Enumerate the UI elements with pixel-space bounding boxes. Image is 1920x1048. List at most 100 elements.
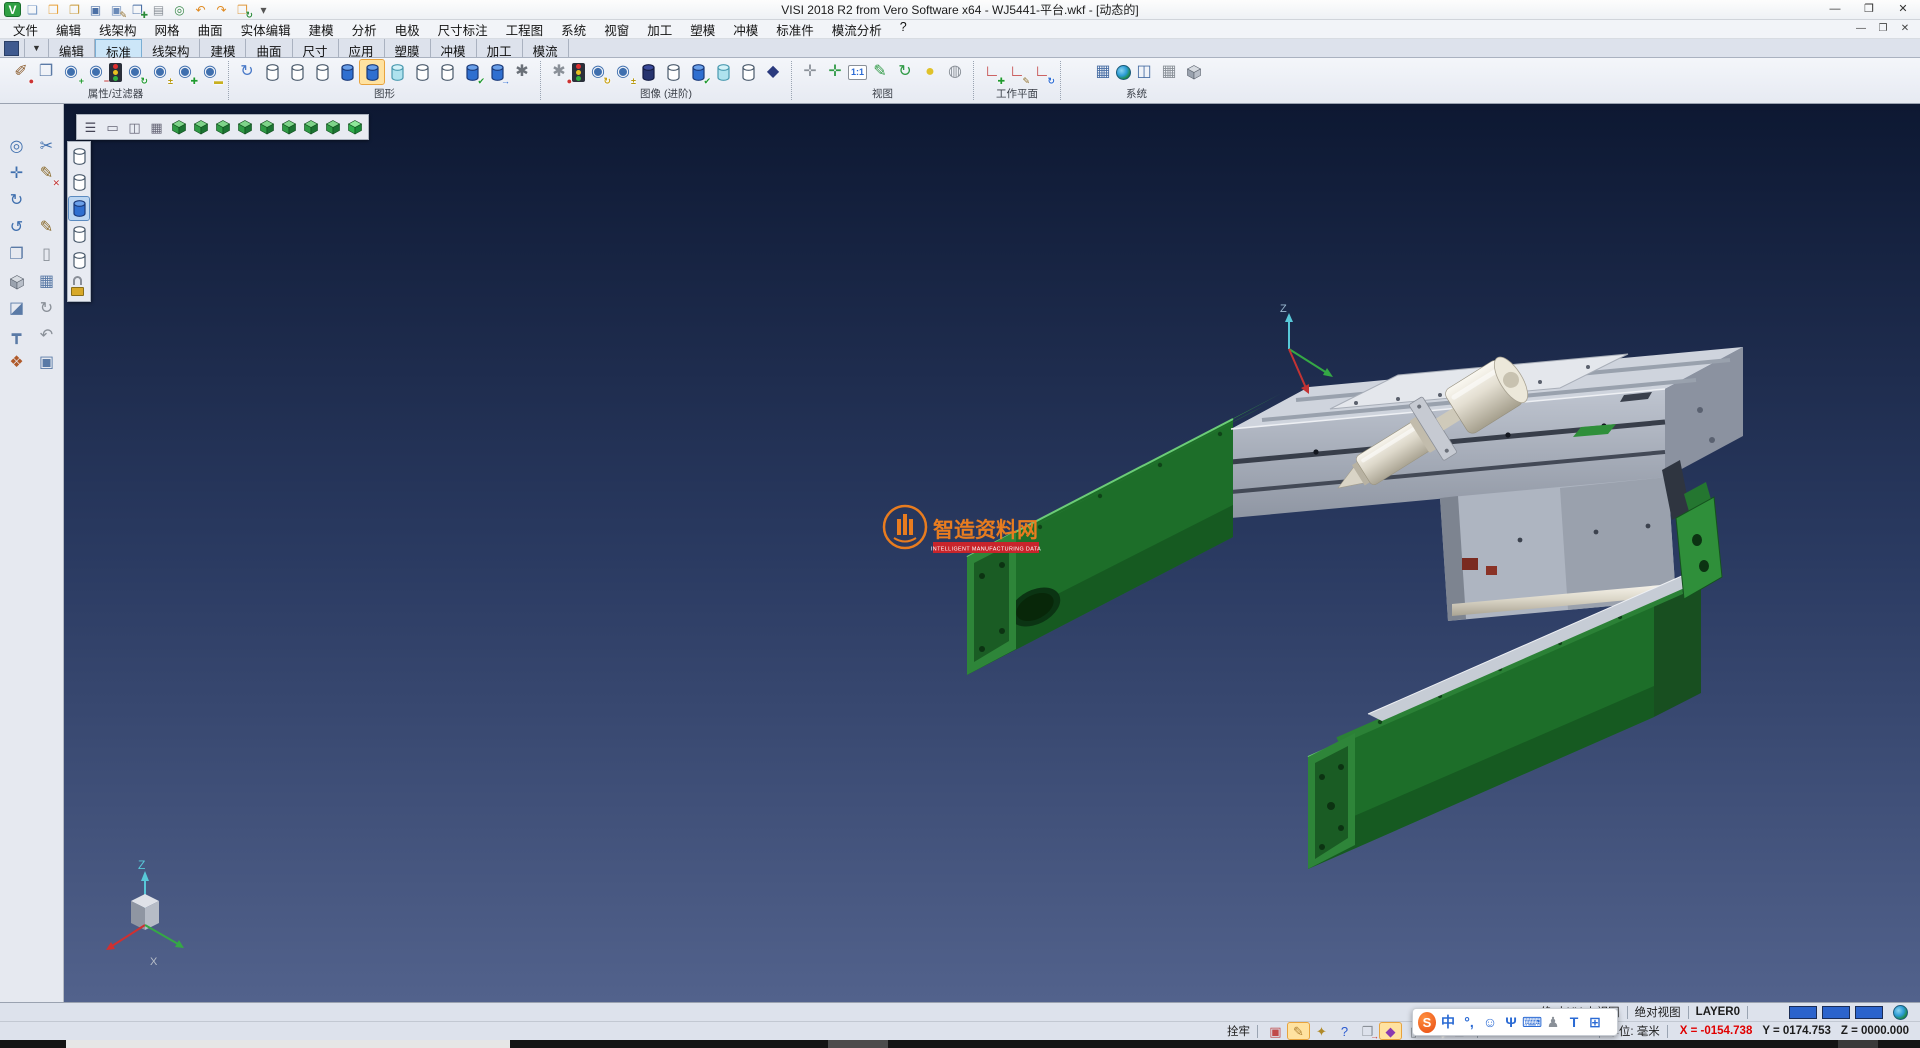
grid-settings-icon[interactable]: ▦: [1157, 60, 1181, 84]
align-workplane-icon[interactable]: ∟↻: [1030, 60, 1054, 84]
snap-ball-icon[interactable]: ●: [918, 60, 942, 84]
menu-item-10[interactable]: 尺寸标注: [429, 19, 497, 40]
window-close-button[interactable]: ✕: [1886, 1, 1920, 19]
filter-traffic-light-icon[interactable]: [109, 63, 122, 82]
sheet-icon[interactable]: ▯: [34, 243, 59, 267]
menu-item-18[interactable]: 模流分析: [823, 19, 891, 40]
menu-item-6[interactable]: 实体编辑: [232, 19, 300, 40]
menu-item-19[interactable]: ?: [891, 19, 916, 40]
new-document-icon[interactable]: ❏: [23, 2, 42, 18]
copy-attributes-icon[interactable]: ❐: [34, 60, 58, 84]
layer-label[interactable]: LAYER0: [1696, 1006, 1740, 1018]
toolbar-overflow-icon[interactable]: ▾: [254, 2, 273, 18]
display-monitor-icon[interactable]: ▦: [1091, 60, 1115, 84]
palette-icon[interactable]: ❖: [4, 351, 29, 375]
texture-column-icon[interactable]: [661, 60, 685, 84]
material-column-icon[interactable]: [636, 60, 660, 84]
ime-toolbar[interactable]: S中°,☺Ψ⌨♟T⊞: [1412, 1008, 1618, 1036]
menu-item-1[interactable]: 文件: [4, 19, 47, 40]
lock-icon[interactable]: [69, 275, 89, 298]
mdi-minimize-icon[interactable]: —: [1850, 22, 1872, 37]
front-view-cube-icon[interactable]: [212, 117, 233, 137]
refresh-view-icon[interactable]: ↻: [893, 60, 917, 84]
menu-item-7[interactable]: 建模: [300, 19, 343, 40]
absolute-view-label[interactable]: 绝对视图: [1635, 1004, 1681, 1020]
display-settings-icon[interactable]: ✱: [510, 60, 534, 84]
refresh-render-icon[interactable]: ◉↻: [586, 60, 610, 84]
ime-emoji-icon[interactable]: ☺: [1481, 1012, 1499, 1033]
render-traffic-light-icon[interactable]: [572, 63, 585, 82]
snap-off-icon[interactable]: ▣: [1265, 1023, 1286, 1039]
viewport-3d[interactable]: Z 智造资料网 INTELLIGENT MANUFACTURING DATA Z: [64, 104, 1920, 1002]
split-view-icon[interactable]: ◫: [124, 117, 145, 137]
tab-1[interactable]: 编辑: [49, 39, 95, 57]
hide-element-icon[interactable]: ◉−: [84, 60, 108, 84]
rotate-icon[interactable]: ↻: [4, 189, 29, 213]
top-view-cube-icon[interactable]: [190, 117, 211, 137]
back-view-cube-icon[interactable]: [256, 117, 277, 137]
shaded-cube-icon[interactable]: [344, 117, 365, 137]
layer-cylinder-1-icon[interactable]: [69, 145, 89, 168]
right-view-cube-icon[interactable]: [234, 117, 255, 137]
menu-item-13[interactable]: 视窗: [595, 19, 638, 40]
print-icon[interactable]: ▤: [149, 2, 168, 18]
section-icon[interactable]: ◪: [4, 297, 29, 321]
tab-8[interactable]: 塑膜: [385, 39, 431, 57]
show-element-icon[interactable]: ◉+: [59, 60, 83, 84]
solid-cube-icon[interactable]: [4, 270, 29, 294]
view-tools-icon[interactable]: ✛: [798, 60, 822, 84]
edit-icon[interactable]: ✎: [34, 216, 59, 240]
history-icon[interactable]: ↻: [34, 297, 59, 321]
window-layout-icon[interactable]: ◫: [1132, 60, 1156, 84]
hide-all-icon[interactable]: ◉▬: [198, 60, 222, 84]
edit-workplane-icon[interactable]: ∟✎: [1005, 60, 1029, 84]
ime-punct-icon[interactable]: °,: [1460, 1012, 1478, 1033]
menu-item-5[interactable]: 曲面: [189, 19, 232, 40]
ime-user-icon[interactable]: ♟: [1544, 1012, 1562, 1033]
tab-2[interactable]: 标准: [95, 39, 142, 57]
regenerate-icon[interactable]: ↻: [235, 60, 259, 84]
shadow-shield-icon[interactable]: ◆: [761, 60, 785, 84]
window-maximize-button[interactable]: ❐: [1852, 1, 1886, 19]
tab-7[interactable]: 应用: [339, 39, 385, 57]
create-workplane-icon[interactable]: ∟✚: [980, 60, 1004, 84]
view-axes-icon[interactable]: ✛: [823, 60, 847, 84]
taskbar-segment[interactable]: [828, 1040, 888, 1048]
menu-item-17[interactable]: 标准件: [767, 19, 823, 40]
layer-cylinder-4-icon[interactable]: [69, 223, 89, 246]
iso-view-cube-icon[interactable]: [168, 117, 189, 137]
mdi-restore-icon[interactable]: ❐: [1872, 22, 1894, 37]
window-minimize-button[interactable]: —: [1818, 1, 1852, 19]
dashed-hidden-display-icon[interactable]: [310, 60, 334, 84]
bottom-view-cube-icon[interactable]: [300, 117, 321, 137]
layer-cylinder-5-icon[interactable]: [69, 249, 89, 272]
world-icon[interactable]: [1893, 1005, 1908, 1020]
sketch-icon[interactable]: ✎: [1288, 1023, 1309, 1039]
redo-icon[interactable]: ↷: [212, 2, 231, 18]
menu-item-12[interactable]: 系统: [552, 19, 595, 40]
windows-taskbar[interactable]: [0, 1040, 1920, 1048]
visi-logo-icon[interactable]: V: [4, 2, 21, 17]
tab-3[interactable]: 线架构: [142, 39, 201, 57]
layer-cylinder-3-icon[interactable]: [69, 197, 89, 220]
preview-icon[interactable]: ◎: [170, 2, 189, 18]
mesh-display-icon[interactable]: [435, 60, 459, 84]
menu-item-8[interactable]: 分析: [343, 19, 386, 40]
select-icon[interactable]: ◎: [4, 135, 29, 159]
undo-edit-icon[interactable]: ↶: [34, 324, 59, 348]
ime-toolbox-icon[interactable]: ⊞: [1586, 1012, 1604, 1033]
menu-item-16[interactable]: 冲模: [724, 19, 767, 40]
taskbar-app-segment[interactable]: [66, 1040, 510, 1048]
save-icon[interactable]: ▣: [86, 2, 105, 18]
key-icon[interactable]: ✦: [1311, 1023, 1332, 1039]
tab-10[interactable]: 加工: [477, 39, 523, 57]
tab-11[interactable]: 模流: [523, 39, 569, 57]
delete-element-icon[interactable]: ✎✕: [34, 162, 59, 186]
system-globe-icon[interactable]: [1116, 65, 1131, 80]
trim-icon[interactable]: ✂: [34, 135, 59, 159]
viewport-canvas[interactable]: Z 智造资料网 INTELLIGENT MANUFACTURING DATA Z: [64, 104, 1920, 1002]
layer-cylinder-2-icon[interactable]: [69, 171, 89, 194]
color-swatch-2[interactable]: [1822, 1006, 1850, 1019]
mdi-close-icon[interactable]: ✕: [1894, 22, 1916, 37]
copy-icon[interactable]: ❐: [4, 243, 29, 267]
